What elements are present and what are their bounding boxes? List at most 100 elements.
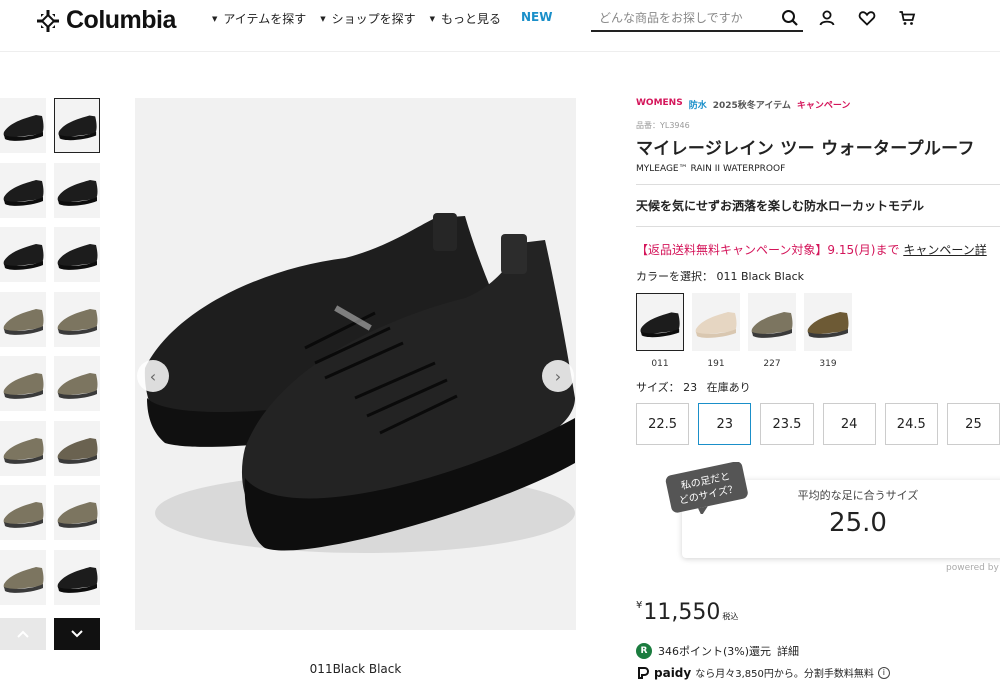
campaign-notice: 【返品送料無料キャンペーン対象】9.15(月)まで キャンペーン詳 bbox=[636, 241, 1000, 258]
color-swatch[interactable]: 011 bbox=[636, 293, 684, 369]
thumbnail-item[interactable] bbox=[0, 485, 46, 540]
swatch-image bbox=[636, 293, 684, 351]
user-icon[interactable] bbox=[817, 8, 837, 28]
brand-logo[interactable]: Columbia bbox=[36, 6, 176, 35]
thumbnail-shoe-image bbox=[54, 356, 100, 411]
next-image-button[interactable]: › bbox=[542, 360, 574, 392]
color-swatch[interactable]: 191 bbox=[692, 293, 740, 369]
nav-item-more[interactable]: ▼ もっと見る bbox=[430, 10, 501, 27]
thumbnail-shoe-image bbox=[54, 420, 100, 476]
thumbnail-item[interactable] bbox=[0, 291, 46, 347]
search-input[interactable] bbox=[591, 6, 771, 30]
thumbnail-item[interactable] bbox=[0, 162, 46, 218]
heart-icon[interactable] bbox=[857, 8, 877, 28]
nav-item-find-items[interactable]: ▼ アイテムを探す bbox=[212, 10, 306, 27]
chevron-left-icon: ‹ bbox=[149, 366, 157, 386]
thumbnail-scroll-down[interactable] bbox=[54, 618, 100, 650]
size-label-text: サイズ： bbox=[636, 381, 680, 394]
info-icon[interactable]: i bbox=[877, 666, 890, 679]
price: ¥11,550 税込 bbox=[636, 600, 738, 625]
size-option[interactable]: 24.5 bbox=[884, 403, 938, 445]
product-subtitle: MYLEAGE™ RAIN II WATERPROOF bbox=[636, 164, 786, 174]
search-bar bbox=[591, 6, 803, 32]
tag-womens[interactable]: WOMENS bbox=[636, 98, 683, 111]
thumbnail-item[interactable] bbox=[0, 356, 46, 411]
thumbnail-item[interactable] bbox=[0, 98, 46, 153]
thumbnail-shoe-image bbox=[54, 162, 100, 218]
tag-waterproof[interactable]: 防水 bbox=[689, 98, 707, 111]
triangle-down-icon: ▼ bbox=[429, 14, 435, 23]
thumbnail-shoe-image bbox=[54, 227, 100, 282]
swatch-code: 319 bbox=[819, 359, 837, 369]
thumbnail-item[interactable] bbox=[54, 291, 100, 347]
size-options: 22.5 23 23.5 24 24.5 25 bbox=[636, 403, 1000, 445]
image-caption: 011Black Black bbox=[309, 662, 402, 676]
color-swatch[interactable]: 227 bbox=[748, 293, 796, 369]
nav-item-new[interactable]: NEW bbox=[521, 10, 552, 27]
tag-season[interactable]: 2025秋冬アイテム bbox=[713, 98, 791, 111]
size-selected: 23 bbox=[683, 381, 698, 394]
sneaker-image bbox=[135, 98, 576, 630]
tag-campaign[interactable]: キャンペーン bbox=[797, 98, 851, 111]
thumbnail-item[interactable] bbox=[54, 227, 100, 282]
points-detail-link[interactable]: 詳細 bbox=[777, 643, 799, 659]
size-option[interactable]: 25 bbox=[946, 403, 1000, 445]
thumbnail-scroll-up[interactable] bbox=[0, 618, 46, 650]
size-option[interactable]: 24 bbox=[822, 403, 876, 445]
thumbnail-item[interactable] bbox=[54, 162, 100, 218]
chevron-down-icon bbox=[71, 630, 83, 638]
swatch-code: 011 bbox=[651, 359, 669, 369]
thumbnail-item[interactable] bbox=[0, 549, 46, 605]
color-selected: 011 Black Black bbox=[716, 270, 805, 283]
chevron-up-icon bbox=[17, 630, 29, 638]
fit-bubble[interactable]: 私の足だと どのサイズ？ bbox=[664, 462, 750, 514]
main-product-image[interactable] bbox=[135, 98, 576, 630]
product-title: マイレージレイン ツー ウォータープルーフ bbox=[636, 139, 975, 159]
size-option[interactable]: 23 bbox=[698, 403, 752, 445]
powered-by: powered by bbox=[946, 563, 999, 573]
chevron-right-icon: › bbox=[554, 366, 562, 386]
swatch-code: 191 bbox=[707, 359, 725, 369]
nav-label: アイテムを探す bbox=[223, 12, 307, 26]
product-tags: WOMENS 防水 2025秋冬アイテム キャンペーン bbox=[636, 98, 1000, 111]
main-nav: ▼ アイテムを探す ▼ ショップを探す ▼ もっと見る NEW bbox=[212, 10, 553, 27]
thumbnail-shoe-image bbox=[0, 549, 46, 605]
header: Columbia ▼ アイテムを探す ▼ ショップを探す ▼ もっと見る NEW bbox=[0, 0, 1000, 52]
nav-label: ショップを探す bbox=[331, 12, 416, 26]
size-label: サイズ： 23 在庫あり bbox=[636, 379, 1000, 395]
swatch-image bbox=[804, 293, 852, 351]
thumbnail-item[interactable] bbox=[54, 356, 100, 411]
thumbnail-item[interactable] bbox=[0, 227, 46, 282]
thumbnail-shoe-image bbox=[0, 485, 46, 540]
divider bbox=[636, 184, 1000, 185]
paidy-info: paidy なら月々3,850円から。分割手数料無料 i bbox=[636, 665, 890, 680]
thumbnail-item[interactable] bbox=[54, 549, 100, 605]
triangle-down-icon: ▼ bbox=[212, 14, 218, 23]
size-option[interactable]: 23.5 bbox=[760, 403, 814, 445]
search-icon[interactable] bbox=[781, 9, 799, 27]
size-option[interactable]: 22.5 bbox=[636, 403, 690, 445]
campaign-link[interactable]: キャンペーン詳 bbox=[903, 243, 986, 257]
cart-icon[interactable] bbox=[897, 8, 917, 28]
points-info: R 346ポイント(3%)還元 詳細 bbox=[636, 643, 799, 659]
prev-image-button[interactable]: ‹ bbox=[137, 360, 169, 392]
thumbnail-shoe-image bbox=[0, 98, 46, 153]
thumbnail-shoe-image bbox=[55, 99, 99, 152]
thumbnail-item[interactable] bbox=[54, 98, 100, 153]
color-label: カラーを選択： 011 Black Black bbox=[636, 268, 1000, 284]
color-label-text: カラーを選択： bbox=[636, 270, 713, 283]
thumbnail-item[interactable] bbox=[54, 420, 100, 476]
nav-label: もっと見る bbox=[441, 12, 502, 26]
thumbnail-item[interactable] bbox=[54, 485, 100, 540]
thumbnail-item[interactable] bbox=[0, 420, 46, 476]
price-value: 11,550 bbox=[643, 600, 721, 625]
thumbnail-shoe-image bbox=[54, 549, 100, 605]
rakuten-points-icon: R bbox=[636, 643, 652, 659]
paidy-logo: paidy bbox=[654, 665, 692, 680]
thumbnail-shoe-image bbox=[0, 227, 46, 282]
color-swatch[interactable]: 319 bbox=[804, 293, 852, 369]
swatch-code: 227 bbox=[763, 359, 781, 369]
nav-item-find-shops[interactable]: ▼ ショップを探す bbox=[320, 10, 415, 27]
swatch-image bbox=[692, 293, 740, 351]
thumbnail-shoe-image bbox=[0, 291, 46, 347]
